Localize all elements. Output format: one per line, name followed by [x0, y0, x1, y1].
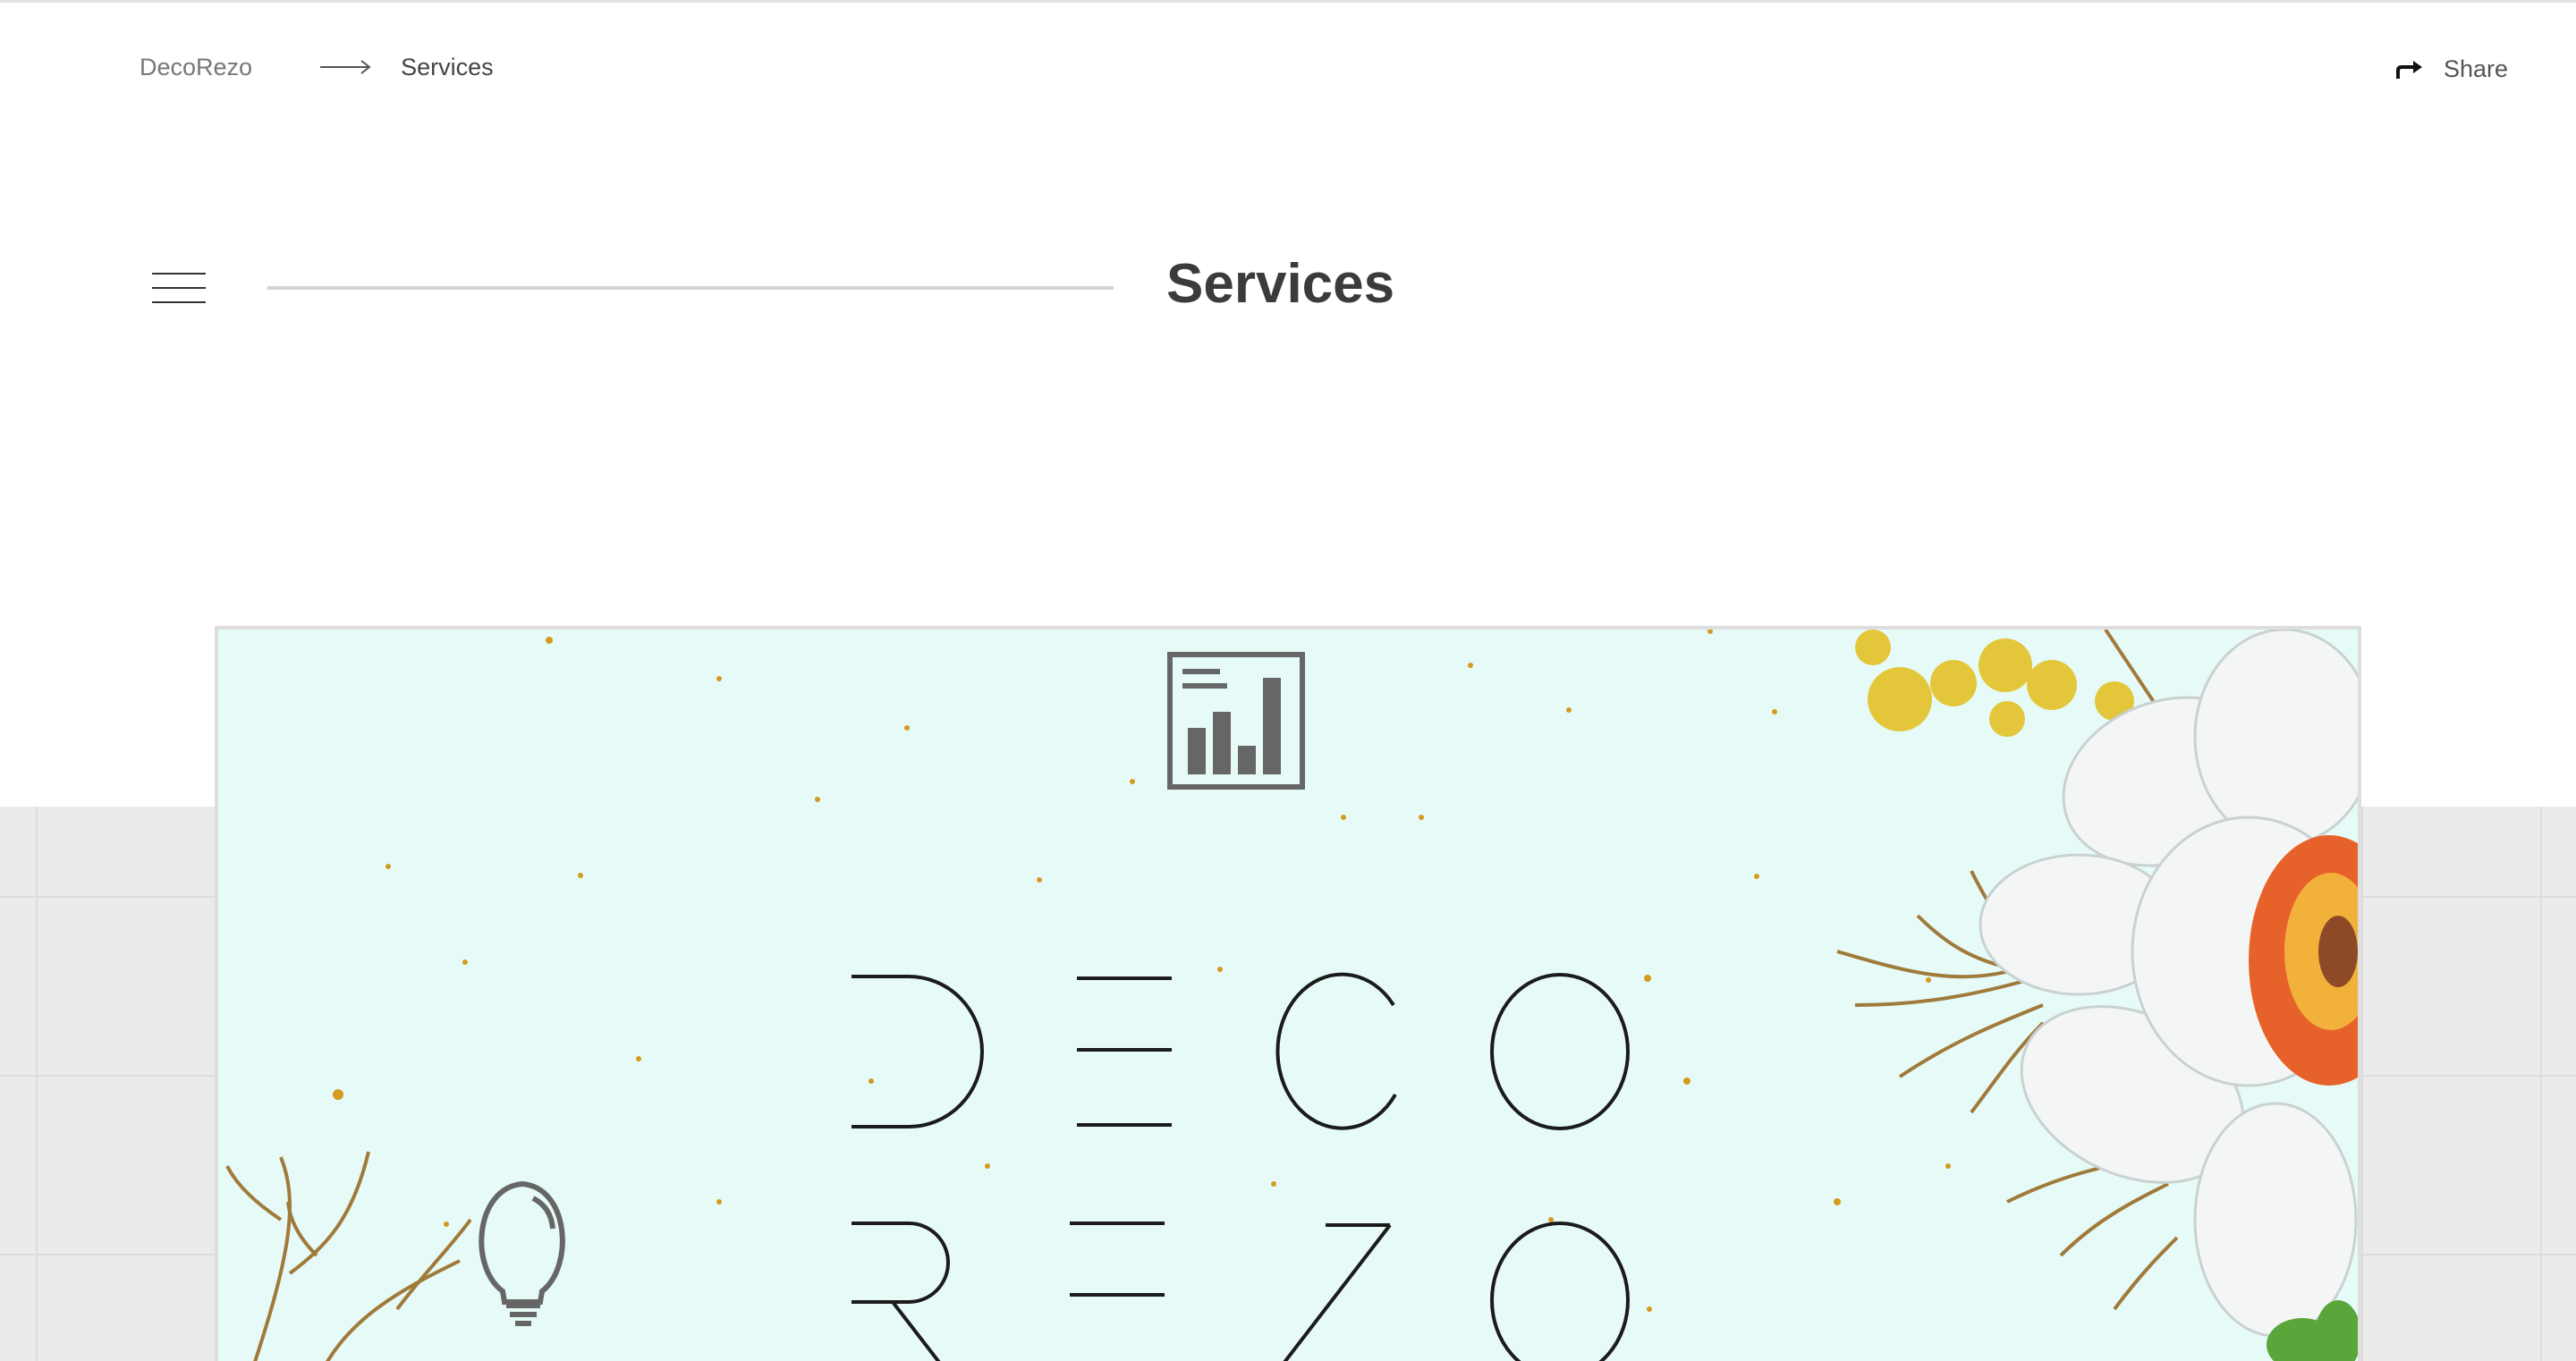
- lightbulb-icon: [479, 1180, 565, 1326]
- flower-art: [1836, 630, 2358, 1361]
- arrow-right-icon: [320, 58, 372, 76]
- share-arrow-icon: [2395, 59, 2424, 80]
- breadcrumb-home-link[interactable]: DecoRezo: [140, 54, 252, 81]
- breadcrumb-current: Services: [401, 53, 494, 80]
- breadcrumb: DecoRezo Services: [140, 52, 494, 82]
- title-divider: [267, 286, 1114, 290]
- top-border: [0, 0, 2576, 3]
- hamburger-menu-icon[interactable]: [152, 272, 206, 304]
- hero-artwork: [225, 630, 2358, 1361]
- bar-chart-icon: [1167, 652, 1305, 790]
- share-label: Share: [2443, 55, 2508, 82]
- hero-banner: [215, 626, 2361, 1361]
- twigs-left: [225, 1151, 472, 1361]
- page-title: Services: [1166, 253, 1395, 315]
- share-button[interactable]: Share: [2395, 55, 2508, 83]
- logo-lettering: [852, 972, 1630, 1361]
